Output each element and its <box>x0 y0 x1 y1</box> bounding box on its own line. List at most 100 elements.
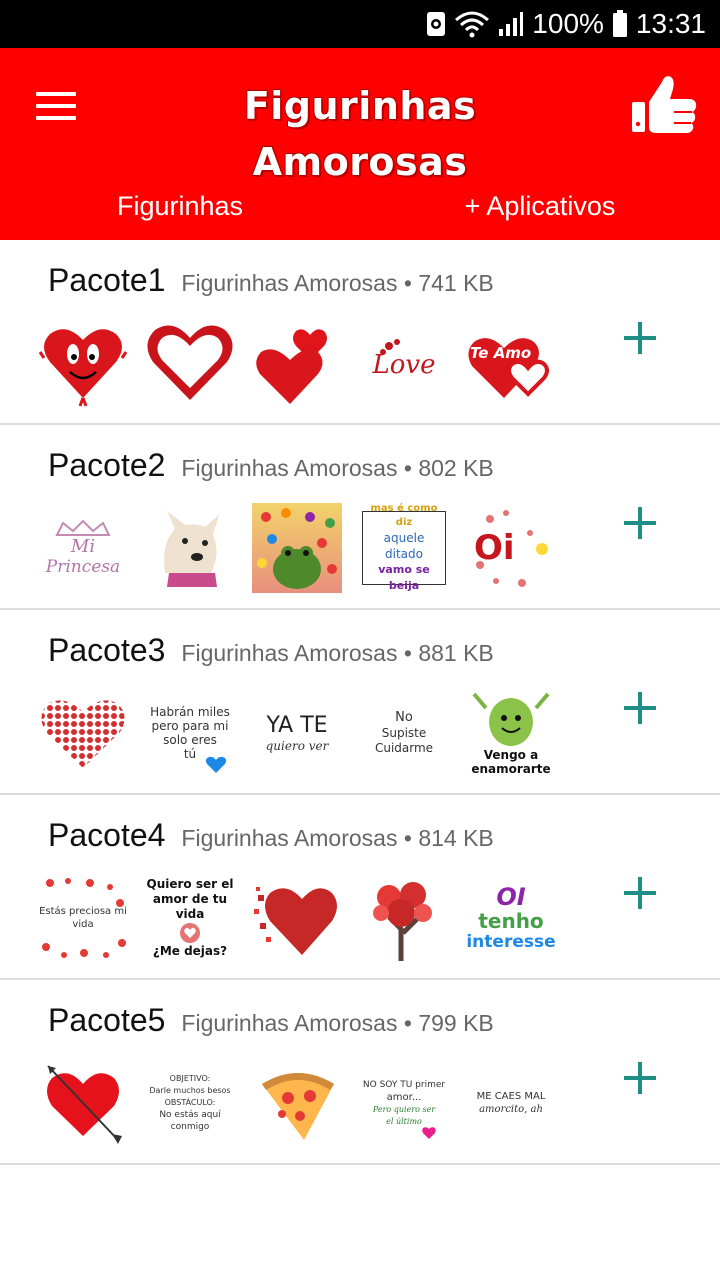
sticker-text: Pero quiero ser <box>372 1104 436 1114</box>
sticker-text: OBSTÁCULO: <box>164 1098 216 1107</box>
add-pack-button[interactable] <box>620 318 660 358</box>
menu-icon-line <box>36 116 76 120</box>
sticker-pack[interactable]: Pacote3 Figurinhas Amorosas • 881 KB Hab… <box>0 610 720 795</box>
sticker-text: interesse <box>466 932 556 952</box>
thumbs-up-icon <box>632 76 697 133</box>
smiling-heart-sticker <box>38 318 128 408</box>
sticker-text: mas é como diz <box>370 503 438 528</box>
obstaculo-text-sticker: OBJETIVO: Darle muchos besos OBSTÁCULO: … <box>145 1058 235 1148</box>
shattered-heart-sticker <box>252 873 342 963</box>
pack-publisher: Figurinhas Amorosas <box>181 825 398 851</box>
pack-name: Pacote3 <box>48 632 166 668</box>
sticker-text: Vengo a <box>483 748 539 762</box>
ditado-text-sticker: mas é como diz aquele ditado vamo se bei… <box>359 503 449 593</box>
tab-aplicativos[interactable]: + Aplicativos <box>360 172 720 240</box>
mosaic-heart-sticker <box>38 688 128 778</box>
sticker-text: ME CAES MAL <box>476 1091 546 1102</box>
oi-tenho-interesse-sticker: OI tenho interesse <box>466 873 556 963</box>
add-pack-button[interactable] <box>620 873 660 913</box>
sticker-pack[interactable]: Pacote1 Figurinhas Amorosas • 741 KB Lov… <box>0 240 720 425</box>
sticker-text: Oi <box>474 528 515 568</box>
heart-tree-sticker <box>359 873 449 963</box>
sticker-text: No <box>395 710 413 725</box>
sticker-text: Mi <box>70 536 96 557</box>
sticker-text: quiero ver <box>265 739 329 753</box>
pack-size: 741 KB <box>418 270 494 296</box>
sticker-text: Princesa <box>45 557 121 577</box>
like-button[interactable] <box>630 72 698 136</box>
dog-photo-sticker <box>145 503 235 593</box>
habran-miles-sticker: Habrán miles pero para mi solo eres tú <box>145 688 235 778</box>
outline-heart-sticker <box>145 318 235 408</box>
oi-hearts-sticker: Oi <box>466 503 556 593</box>
battery-icon <box>612 10 627 37</box>
pack-size: 814 KB <box>418 825 494 851</box>
sticker-text: Te Amo <box>470 344 532 362</box>
frog-hearts-sticker <box>252 503 342 593</box>
sticker-text: Estás preciosa mi <box>39 906 127 917</box>
sticker-text: vamo se beija <box>378 563 430 592</box>
primer-amor-sticker: NO SOY TU primer amor... Pero quiero ser… <box>359 1058 449 1148</box>
sticker-row: Habrán miles pero para mi solo eres tú Y… <box>38 688 573 778</box>
add-pack-button[interactable] <box>620 1058 660 1098</box>
sticker-text: NO SOY TU primer <box>362 1079 446 1090</box>
sticker-pack[interactable]: Pacote2 Figurinhas Amorosas • 802 KB Mi … <box>0 425 720 610</box>
sticker-text: tú <box>183 747 197 761</box>
pack-publisher: Figurinhas Amorosas <box>181 455 398 481</box>
sticker-text: Habrán miles <box>150 705 230 719</box>
signal-icon <box>499 12 524 36</box>
wifi-icon <box>455 11 490 38</box>
tab-figurinhas[interactable]: Figurinhas <box>0 172 360 240</box>
quiero-ser-el-amor-sticker: Quiero ser el amor de tu vida ¿Me dejas? <box>145 873 235 963</box>
sticker-pack[interactable]: Pacote5 Figurinhas Amorosas • 799 KB OBJ… <box>0 980 720 1165</box>
pack-meta: Figurinhas Amorosas • 799 KB <box>181 1010 494 1036</box>
sticker-text: amor... <box>386 1091 422 1103</box>
app-title: Figurinhas Amorosas <box>243 84 477 184</box>
status-icons: 100% 13:31 <box>426 6 706 42</box>
sticker-row: Estás preciosa mi vida Quiero ser el amo… <box>38 873 573 963</box>
no-supiste-cuidarme-sticker: No Supiste Cuidarme <box>359 688 449 778</box>
tab-bar: Figurinhas + Aplicativos <box>0 172 720 240</box>
sticker-text: Love <box>372 350 436 380</box>
apple-character-sticker: Vengo a enamorarte <box>466 688 556 778</box>
app-bar: Figurinhas Amorosas Figurinhas + Aplicat… <box>0 48 720 240</box>
sticker-text: aquele ditado <box>383 531 425 561</box>
pack-meta: Figurinhas Amorosas • 741 KB <box>181 270 494 296</box>
pack-name: Pacote1 <box>48 262 166 298</box>
sticker-text: conmigo <box>170 1122 210 1132</box>
pack-meta: Figurinhas Amorosas • 881 KB <box>181 640 494 666</box>
pack-publisher: Figurinhas Amorosas <box>181 270 398 296</box>
sticker-row: OBJETIVO: Darle muchos besos OBSTÁCULO: … <box>38 1058 573 1148</box>
pack-name: Pacote4 <box>48 817 166 853</box>
menu-button[interactable] <box>28 78 84 134</box>
sticker-text: ¿Me dejas? <box>152 944 228 958</box>
add-pack-button[interactable] <box>620 688 660 728</box>
sticker-text: tenho <box>478 909 544 933</box>
love-script-sticker: Love <box>359 318 449 408</box>
add-pack-button[interactable] <box>620 503 660 543</box>
sticker-text: Supiste <box>381 726 427 740</box>
pink-heart-icon <box>422 1127 436 1139</box>
pack-publisher: Figurinhas Amorosas <box>181 640 398 666</box>
te-amo-hearts-sticker: Te Amo <box>466 318 556 408</box>
sticker-row: Mi Princesa mas é como diz aquele ditado… <box>38 503 573 593</box>
mi-princesa-sticker: Mi Princesa <box>38 503 128 593</box>
pack-size: 802 KB <box>418 455 494 481</box>
heart-badge-icon <box>180 923 200 943</box>
pizza-heart-sticker <box>252 1058 342 1148</box>
pack-meta: Figurinhas Amorosas • 814 KB <box>181 825 494 851</box>
sticker-row: Love Te Amo <box>38 318 573 408</box>
sticker-text: el último <box>386 1116 422 1126</box>
sticker-text: No estás aquí <box>159 1110 221 1120</box>
me-caes-mal-sticker: ME CAES MAL amorcito, ah <box>466 1058 556 1148</box>
sync-icon <box>427 12 446 36</box>
battery-percent: 100% <box>532 8 604 39</box>
sticker-text: amorcito, ah <box>479 1104 543 1115</box>
sticker-text: solo eres <box>163 733 217 747</box>
menu-icon-line <box>36 92 76 96</box>
pack-size: 881 KB <box>418 640 494 666</box>
sticker-pack[interactable]: Pacote4 Figurinhas Amorosas • 814 KB Est… <box>0 795 720 980</box>
sticker-text: OBJETIVO: <box>169 1074 211 1083</box>
sticker-text: enamorarte <box>471 762 551 776</box>
pack-name: Pacote2 <box>48 447 166 483</box>
